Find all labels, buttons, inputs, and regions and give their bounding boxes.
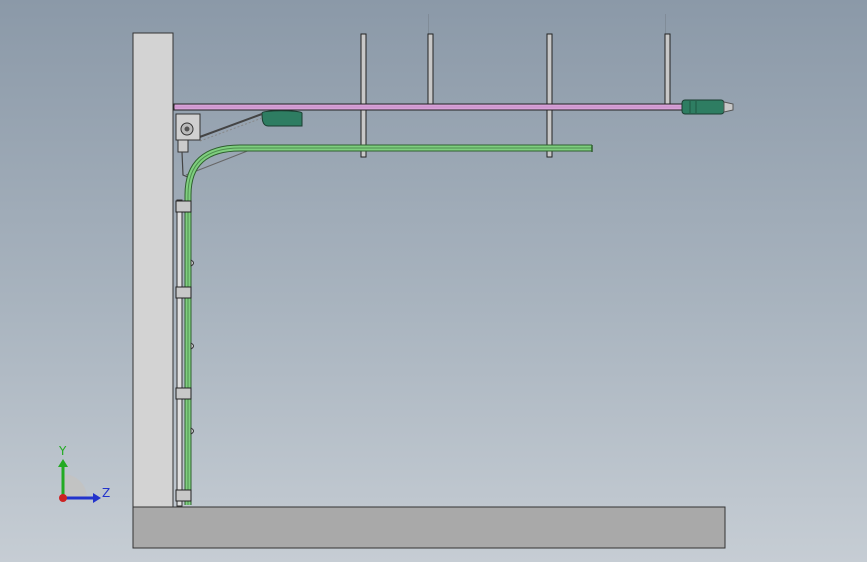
ceiling-hangers[interactable] xyxy=(360,33,671,158)
floor-slab[interactable] xyxy=(132,506,726,549)
x-axis-indicator xyxy=(59,494,67,502)
wall[interactable] xyxy=(132,32,174,508)
opener-rail[interactable] xyxy=(173,103,685,111)
track-bracket[interactable] xyxy=(175,286,192,299)
ceiling-hanger[interactable] xyxy=(546,33,553,158)
triad-plane-indicator xyxy=(63,474,87,498)
track-bracket[interactable] xyxy=(175,489,192,502)
track-bracket[interactable] xyxy=(175,200,192,213)
track-bracket[interactable] xyxy=(175,387,192,400)
door-track[interactable] xyxy=(184,144,593,505)
door-arm[interactable] xyxy=(196,110,303,142)
ceiling-hanger[interactable] xyxy=(360,33,367,158)
y-axis-label: Y xyxy=(58,444,67,458)
view-triad[interactable]: Y Z xyxy=(58,444,110,503)
door-sections[interactable] xyxy=(176,199,183,507)
ceiling-hanger[interactable] xyxy=(664,33,671,106)
model-scene[interactable]: Y Z xyxy=(0,0,867,562)
graphics-viewport[interactable]: Y Z xyxy=(0,0,867,562)
z-axis-label: Z xyxy=(102,486,110,500)
ceiling-hanger[interactable] xyxy=(427,33,434,106)
y-axis-arrowhead xyxy=(58,459,68,467)
opener-motor[interactable] xyxy=(681,99,734,115)
z-axis-arrowhead xyxy=(93,493,101,503)
